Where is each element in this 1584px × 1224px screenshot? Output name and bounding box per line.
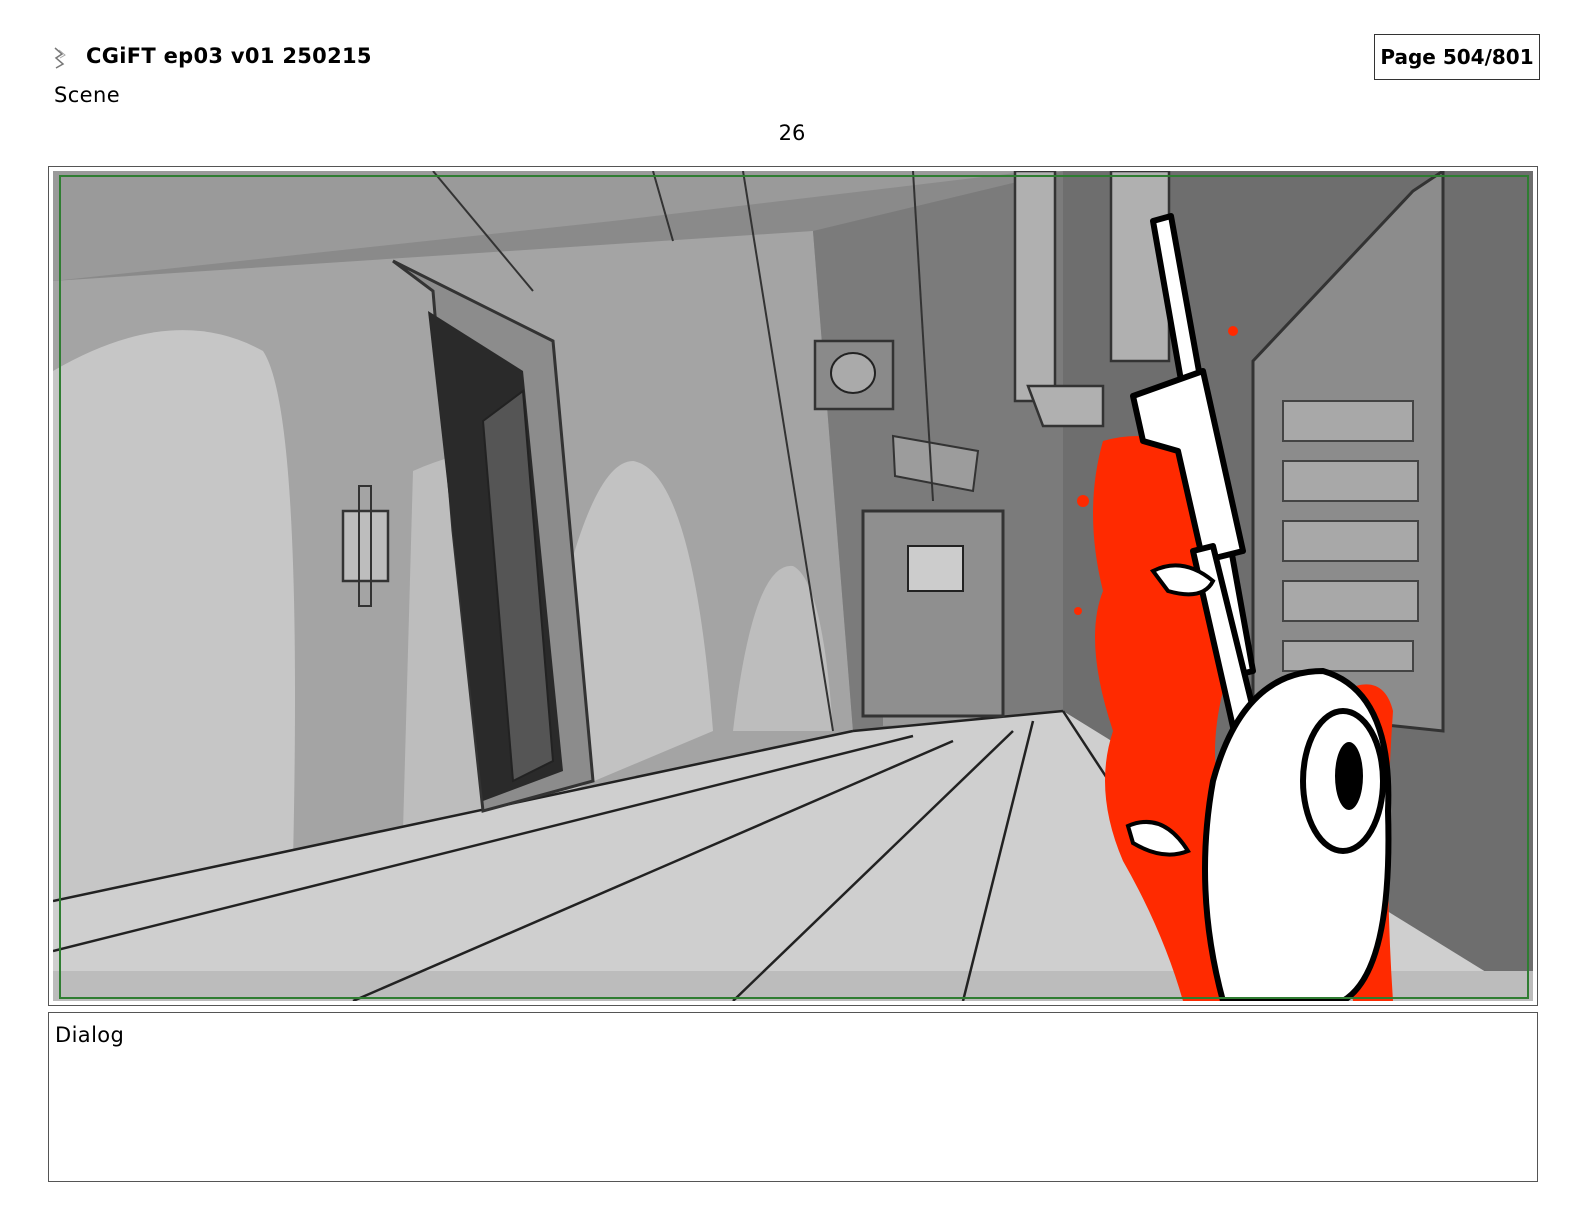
scene-label: Scene	[54, 83, 121, 107]
page-indicator: Page 504/801	[1374, 34, 1540, 80]
app-logo-icon	[54, 47, 66, 69]
dialog-label: Dialog	[55, 1023, 125, 1047]
hallway-sketch-image	[53, 171, 1533, 1001]
storyboard-panel	[48, 166, 1538, 1006]
document-title: CGiFT ep03 v01 250215	[86, 44, 372, 68]
panel-sketch	[53, 171, 1533, 1001]
dialog-box: Dialog	[48, 1012, 1538, 1182]
panel-number: 26	[778, 121, 806, 145]
